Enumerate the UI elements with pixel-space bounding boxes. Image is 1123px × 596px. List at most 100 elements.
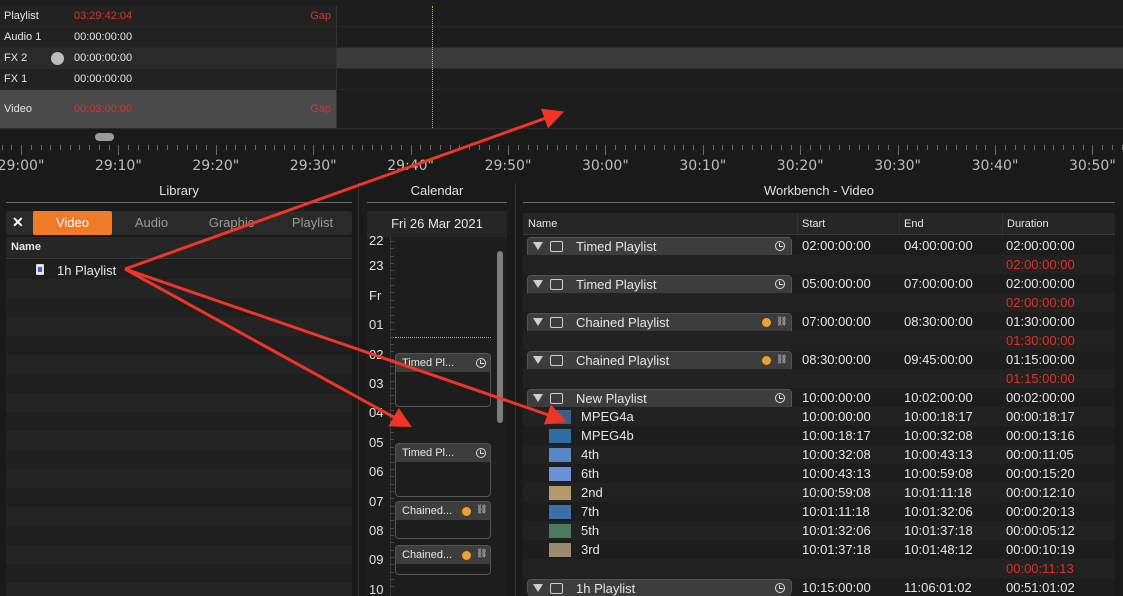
close-icon[interactable]: ✕ <box>12 214 24 231</box>
track-row[interactable]: Audio 1 00:00:00:00 <box>0 27 1123 48</box>
ruler-tick <box>50 145 52 150</box>
clip-name: 6th <box>581 466 600 481</box>
ruler-tick <box>235 145 237 150</box>
calendar-hour-label: 23 <box>369 258 384 274</box>
calendar-tick <box>390 299 394 301</box>
ruler-tick <box>322 145 324 150</box>
playlist-group-header[interactable]: Timed Playlist <box>528 276 791 294</box>
playlist-group-header[interactable]: Timed Playlist <box>528 238 791 256</box>
column-start[interactable]: Start <box>802 218 825 230</box>
ruler-tick <box>147 145 149 150</box>
ruler-tick <box>907 145 909 150</box>
horizontal-scroll-knob[interactable] <box>95 133 114 141</box>
panel-divider[interactable] <box>515 183 516 596</box>
track-header[interactable]: FX 2 00:00:00:00 <box>0 48 337 68</box>
calendar-playlist-block[interactable]: Chained... ⛓ <box>395 545 491 575</box>
ruler-tick <box>352 145 354 150</box>
record-indicator-icon[interactable] <box>51 52 64 65</box>
clip-thumbnail <box>549 467 571 481</box>
track-header[interactable]: Video 00:03:00:00 Gap <box>0 90 337 128</box>
calendar-tick <box>390 329 394 331</box>
panel-divider[interactable] <box>358 183 359 596</box>
calendar-view[interactable]: Fri 26 Mar 2021 22 23 Fr 01 02 03 04 05 06 07 08 09… <box>367 211 507 596</box>
ruler-tick <box>40 145 42 150</box>
calendar-playlist-block[interactable]: Timed Pl... <box>395 353 491 407</box>
ruler-tick <box>585 145 587 150</box>
disclosure-triangle-icon[interactable] <box>533 242 543 250</box>
ruler-tick <box>566 145 568 150</box>
track-lane[interactable] <box>337 90 1123 128</box>
ruler-tick <box>887 145 889 150</box>
clip-thumbnail <box>549 543 571 557</box>
tab-playlist[interactable]: Playlist <box>273 211 352 235</box>
ruler-label: 30:10" <box>679 158 727 174</box>
cell-duration: 01:30:00:00 <box>1006 314 1075 329</box>
list-item[interactable]: 1h Playlist <box>6 260 352 280</box>
ruler-tick <box>21 145 22 155</box>
workbench-table[interactable]: Name Start End Duration Timed Playlist 02… <box>523 213 1115 596</box>
playlist-name: New Playlist <box>576 391 647 406</box>
column-name[interactable]: Name <box>528 218 557 230</box>
column-duration[interactable]: Duration <box>1007 218 1049 230</box>
cell-end: 10:01:48:12 <box>904 542 973 557</box>
track-header[interactable]: FX 1 00:00:00:00 <box>0 69 337 89</box>
ruler-tick <box>381 145 383 150</box>
ruler-tick <box>965 145 967 150</box>
calendar-hour-label: 06 <box>369 464 384 480</box>
calendar-tick <box>390 535 394 536</box>
calendar-tick <box>390 270 394 272</box>
ruler-tick <box>868 145 870 150</box>
ruler-tick <box>1053 145 1055 150</box>
track-lane[interactable] <box>337 6 1123 26</box>
track-header[interactable]: Audio 1 00:00:00:00 <box>0 27 337 47</box>
library-column-name[interactable]: Name <box>6 237 352 259</box>
ruler-label: 29:20" <box>192 158 240 174</box>
calendar-hour-label: 01 <box>369 317 384 333</box>
track-lane[interactable] <box>337 48 1123 68</box>
playhead[interactable] <box>432 6 433 128</box>
ruler-tick <box>391 145 393 150</box>
list-row-background <box>6 431 352 450</box>
playlist-group-header[interactable]: 1h Playlist <box>528 580 791 596</box>
track-row[interactable]: FX 1 00:00:00:00 <box>0 69 1123 90</box>
track-row[interactable]: FX 2 00:00:00:00 <box>0 48 1123 69</box>
cell-start: 08:30:00:00 <box>802 352 871 367</box>
tab-graphic[interactable]: Graphic <box>192 211 271 235</box>
clock-icon <box>775 279 785 289</box>
ruler-tick <box>975 145 977 150</box>
tab-video[interactable]: Video <box>33 211 112 235</box>
cell-end: 11:06:01:02 <box>904 580 972 595</box>
column-end[interactable]: End <box>904 218 924 230</box>
calendar-block-header: Chained... ⛓ <box>396 502 490 520</box>
track-row[interactable]: Playlist 03:29:42:04 Gap <box>0 6 1123 27</box>
list-row-background <box>6 298 352 317</box>
ruler-tick <box>30 145 32 150</box>
track-row[interactable]: Video 00:03:00:00 Gap <box>0 90 1123 129</box>
calendar-playlist-block[interactable]: Chained... ⛓ <box>395 501 491 539</box>
disclosure-triangle-icon[interactable] <box>533 584 543 592</box>
calendar-block-header: Timed Pl... <box>396 444 490 462</box>
disclosure-triangle-icon[interactable] <box>533 356 543 364</box>
calendar-scrollbar[interactable] <box>497 251 503 423</box>
track-lane[interactable] <box>337 69 1123 89</box>
disclosure-triangle-icon[interactable] <box>533 318 543 326</box>
library-list[interactable]: Name 1h Playlist <box>6 237 352 596</box>
cell-duration: 00:00:11:13 <box>1006 561 1074 576</box>
clip-name: MPEG4a <box>581 409 634 424</box>
playlist-group-header[interactable]: Chained Playlist ⛓ <box>528 352 791 370</box>
playlist-name: Timed Playlist <box>576 239 657 254</box>
timeline-ruler[interactable]: 29:00" 29:10" 29:20" 29:30" 29:40" 29:50" 30:0… <box>0 145 1123 178</box>
playlist-group-header[interactable]: Chained Playlist ⛓ <box>528 314 791 332</box>
track-header[interactable]: Playlist 03:29:42:04 Gap <box>0 6 337 26</box>
ruler-tick <box>576 145 578 150</box>
calendar-block-label: Chained... <box>402 505 453 517</box>
disclosure-triangle-icon[interactable] <box>533 394 543 402</box>
playlist-group[interactable]: 1h Playlist <box>527 579 792 596</box>
calendar-playlist-block[interactable]: Timed Pl... <box>395 443 491 497</box>
tab-audio[interactable]: Audio <box>112 211 191 235</box>
playlist-group-header[interactable]: New Playlist <box>528 390 791 408</box>
ruler-tick <box>79 145 81 150</box>
track-lane[interactable] <box>337 27 1123 47</box>
clip-name: 5th <box>581 523 600 538</box>
disclosure-triangle-icon[interactable] <box>533 280 543 288</box>
